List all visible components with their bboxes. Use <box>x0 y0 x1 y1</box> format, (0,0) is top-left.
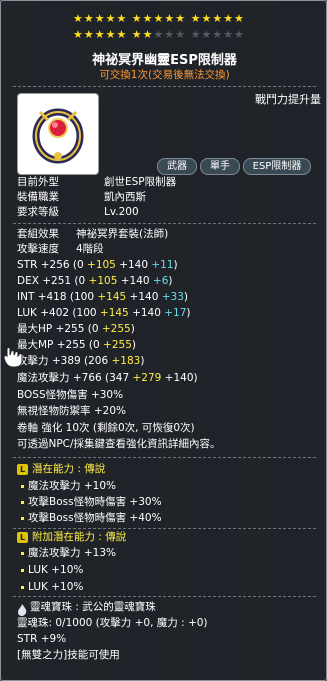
set-effect-value: 神祕冥界套裝(法師) <box>76 228 169 240</box>
bonus-potential-line: LUK +10% <box>21 581 83 594</box>
divider <box>13 528 316 529</box>
divider <box>13 86 316 87</box>
tag-weapon: 武器 <box>157 158 197 175</box>
esp-limiter-icon <box>32 108 84 164</box>
tag-esp-limiter: ESP限制器 <box>243 158 311 175</box>
job-value: 凱內西斯 <box>104 191 146 203</box>
stat-max-hp: 最大HP +255 (0 +255) <box>17 323 135 335</box>
level-value: Lv.200 <box>104 206 139 218</box>
scroll-info: 卷軸 強化 10次 (剩餘0次, 可恢復0次) <box>17 422 195 434</box>
tag-one-handed: 單手 <box>200 158 240 175</box>
trade-note: 可交換1次(交易後無法交換) <box>99 69 230 81</box>
potential-line: 魔法攻擊力 +10% <box>21 480 116 493</box>
item-tooltip: ★★★★★ ★★★★★ ★★★★★ ★★★★★ ★★★★★ ★★★★★ 神祕冥界… <box>0 0 327 681</box>
potential-line: 攻擊Boss怪物時傷害 +30% <box>21 496 162 509</box>
bonus-potential-line: LUK +10% <box>21 564 83 577</box>
stat-max-mp: 最大MP +255 (0 +255) <box>17 339 136 351</box>
appearance-value: 創世ESP限制器 <box>104 176 177 188</box>
set-effect-label: 套組效果 <box>17 228 59 240</box>
stat-int: INT +418 (100 +145 +140 +33) <box>17 291 188 303</box>
stat-ignore-defense: 無視怪物防禦率 +20% <box>17 405 126 417</box>
legendary-badge: L <box>17 532 28 543</box>
divider <box>13 223 316 224</box>
bonus-potential-title: 附加潛在能力 : 傳說 <box>32 531 127 543</box>
star-force-row-1: ★★★★★ ★★★★★ ★★★★★ <box>73 12 245 25</box>
legendary-badge: L <box>17 464 28 475</box>
bonus-potential-line: 魔法攻擊力 +13% <box>21 547 116 560</box>
level-label: 要求等級 <box>17 206 59 218</box>
star-force-row-2: ★★★★★ ★★★★★ ★★★★★ <box>73 28 245 41</box>
soul-value: 靈魂珠: 0/1000 (攻擊力 +0, 魔力 : +0) <box>17 617 208 629</box>
attack-speed-value: 4階段 <box>76 243 104 255</box>
stat-boss-damage: BOSS怪物傷害 +30% <box>17 389 124 401</box>
divider <box>13 596 316 597</box>
stat-luk: LUK +402 (100 +145 +140 +17) <box>17 307 191 319</box>
soul-flame-icon <box>17 601 27 616</box>
potential-title: 潛在能力 : 傳說 <box>32 463 106 475</box>
potential-line: 攻擊Boss怪物時傷害 +40% <box>21 512 162 525</box>
soul-str: STR +9% <box>17 633 67 645</box>
star-filled: ★★★★★ ★★ <box>73 28 154 41</box>
divider <box>13 457 316 458</box>
star-empty: ★★★ ★★★★★ <box>153 28 245 41</box>
power-increase-label: 戰鬥力提升量 <box>255 93 321 106</box>
appearance-label: 目前外型 <box>17 176 59 188</box>
item-name: 神祕冥界幽靈ESP限制器 <box>92 53 237 68</box>
soul-title: 靈魂寶珠 : 武公的靈魂寶珠 <box>30 601 156 613</box>
stat-attack: 攻擊力 +389 (206 +183) <box>17 355 145 367</box>
hand-cursor-icon <box>3 346 25 368</box>
stat-dex: DEX +251 (0 +105 +140 +6) <box>17 275 173 287</box>
job-label: 裝備職業 <box>17 191 59 203</box>
soul-skill: [無雙之力]技能可使用 <box>17 649 120 661</box>
attack-speed-label: 攻擊速度 <box>17 243 59 255</box>
scroll-hint: 可透過NPC/採集鍵查看強化資訊詳細內容。 <box>17 438 221 450</box>
item-icon-frame <box>17 93 99 175</box>
stat-str: STR +256 (0 +105 +140 +11) <box>17 259 178 271</box>
stat-magic-attack: 魔法攻擊力 +766 (347 +279 +140) <box>17 372 198 384</box>
